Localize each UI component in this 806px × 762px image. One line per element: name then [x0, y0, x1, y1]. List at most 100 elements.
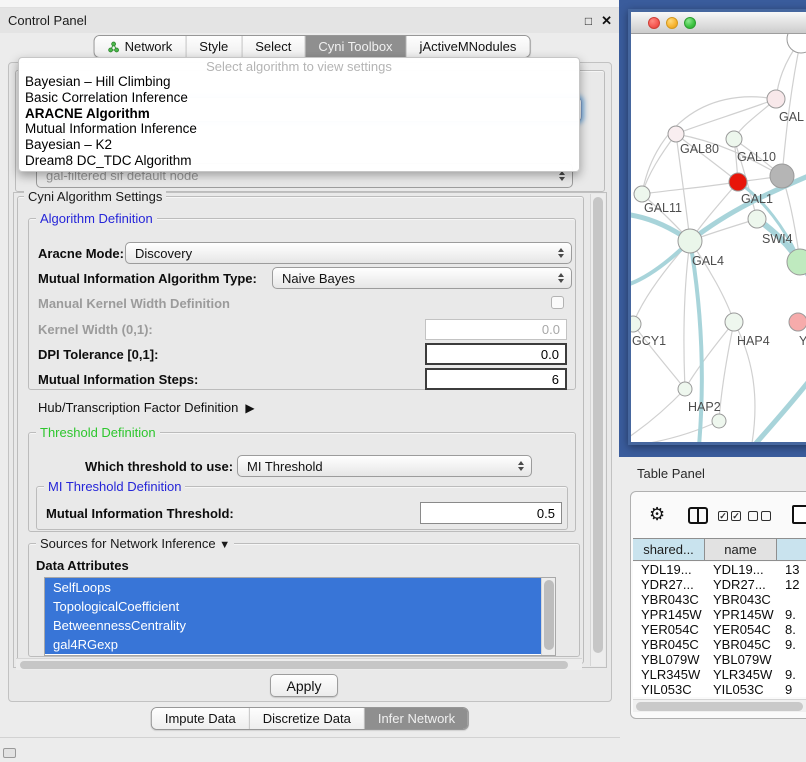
tab-network[interactable]: Network: [95, 36, 187, 57]
table-cell: YBL079W: [705, 652, 777, 667]
network-node-label: GAL1: [741, 192, 773, 206]
network-node-gal10[interactable]: [726, 131, 742, 147]
table-horizontal-scrollbar[interactable]: [633, 699, 806, 712]
network-node-gal80[interactable]: [668, 126, 684, 142]
table-cell: [777, 592, 806, 607]
network-node-hap4[interactable]: [725, 313, 743, 331]
mi-steps-label: Mutual Information Steps:: [38, 372, 198, 387]
network-edge[interactable]: [685, 322, 734, 389]
tab-style[interactable]: Style: [186, 36, 242, 57]
window-resize-grip[interactable]: [3, 748, 16, 758]
network-edge[interactable]: [642, 182, 738, 194]
mi-steps-field[interactable]: 6: [425, 368, 567, 390]
table-row[interactable]: YBR045CYBR045C9.: [633, 637, 806, 652]
network-node[interactable]: [770, 164, 794, 188]
table-row[interactable]: YIL053CYIL053C9: [633, 682, 806, 697]
table-row[interactable]: YPR145WYPR145W9.: [633, 607, 806, 622]
network-node[interactable]: [787, 34, 806, 53]
sources-title[interactable]: Sources for Network Inference ▼: [36, 536, 234, 551]
column-header-cut[interactable]: [777, 539, 806, 560]
minimize-traffic-light[interactable]: [666, 17, 678, 29]
popup-prompt: Select algorithm to view settings: [19, 59, 579, 74]
network-node-gal11[interactable]: [634, 186, 650, 202]
hub-definition-toggle[interactable]: Hub/Transcription Factor Definition ▶: [38, 400, 255, 415]
table-row[interactable]: YDL19...YDL19...13: [633, 562, 806, 577]
network-node-hap2[interactable]: [678, 382, 692, 396]
algorithm-option[interactable]: Bayesian – K2: [19, 137, 579, 153]
network-node-swi4[interactable]: [748, 210, 766, 228]
tab-cyni-toolbox[interactable]: Cyni Toolbox: [305, 36, 406, 57]
export-table-icon[interactable]: [792, 505, 806, 524]
data-attributes-list[interactable]: SelfLoopsTopologicalCoefficientBetweenne…: [44, 577, 556, 656]
settings-vertical-scrollbar[interactable]: [590, 194, 605, 666]
network-node-gal1[interactable]: [729, 173, 747, 191]
list-horizontal-scrollbar[interactable]: [16, 658, 582, 670]
control-panel-title: Control Panel: [8, 13, 87, 28]
network-window-titlebar[interactable]: [631, 12, 806, 34]
table-row[interactable]: YER054CYER054C8.: [633, 622, 806, 637]
tab-discretize-data[interactable]: Discretize Data: [250, 708, 365, 729]
table-row[interactable]: YBL079WYBL079W: [633, 652, 806, 667]
network-edge[interactable]: [631, 421, 719, 442]
data-attribute-item[interactable]: BetweennessCentrality: [45, 616, 542, 635]
network-edge[interactable]: [642, 134, 676, 194]
network-edge[interactable]: [751, 376, 806, 442]
data-attribute-item[interactable]: SelfLoops: [45, 578, 542, 597]
mi-type-combo[interactable]: Naive Bayes: [272, 267, 572, 289]
table-panel-title: Table Panel: [637, 466, 705, 481]
data-attribute-item[interactable]: TopologicalCoefficient: [45, 597, 542, 616]
algorithm-option[interactable]: Mutual Information Inference: [19, 121, 579, 137]
network-view-window[interactable]: GALGAL80GAL10GAL1GAL11SWI4GAL4GCY1HAP4YH…: [628, 9, 806, 445]
aracne-mode-combo[interactable]: Discovery: [125, 242, 572, 264]
network-node-gal[interactable]: [767, 90, 785, 108]
network-edge[interactable]: [631, 389, 685, 439]
network-edge[interactable]: [684, 241, 690, 389]
close-icon[interactable]: ✕: [601, 13, 612, 29]
dpi-tolerance-field[interactable]: 0.0: [425, 343, 567, 365]
network-edge[interactable]: [676, 99, 776, 134]
network-node-label: GAL: [779, 110, 804, 124]
manual-kernel-checkbox[interactable]: [551, 296, 564, 309]
bottom-tabs: Impute Data Discretize Data Infer Networ…: [151, 707, 469, 730]
which-threshold-combo[interactable]: MI Threshold: [237, 455, 532, 477]
table-cell: [777, 652, 806, 667]
table-cell: YPR145W: [705, 607, 777, 622]
zoom-traffic-light[interactable]: [684, 17, 696, 29]
table-row[interactable]: YBR043CYBR043C: [633, 592, 806, 607]
tab-infer-network[interactable]: Infer Network: [365, 708, 468, 729]
column-header-name[interactable]: name: [705, 539, 777, 560]
network-node[interactable]: [712, 414, 726, 428]
hide-columns-icon[interactable]: [748, 511, 771, 521]
list-vertical-scrollbar[interactable]: [541, 578, 555, 655]
network-edge[interactable]: [719, 322, 734, 421]
network-icon: [108, 41, 120, 53]
algorithm-option[interactable]: Dream8 DC_TDC Algorithm: [19, 153, 579, 169]
algorithm-option[interactable]: ARACNE Algorithm: [19, 106, 579, 122]
mi-threshold-title: MI Threshold Definition: [44, 479, 185, 494]
network-node-y[interactable]: [789, 313, 806, 331]
tab-impute-data[interactable]: Impute Data: [152, 708, 250, 729]
network-node-gal4[interactable]: [678, 229, 702, 253]
close-traffic-light[interactable]: [648, 17, 660, 29]
show-columns-icon[interactable]: ✓✓: [718, 511, 741, 521]
algorithm-option[interactable]: Basic Correlation Inference: [19, 90, 579, 106]
float-window-icon[interactable]: □: [585, 14, 592, 28]
split-table-icon[interactable]: [688, 507, 708, 524]
table-row[interactable]: YLR345WYLR345W9.: [633, 667, 806, 682]
gear-icon[interactable]: ⚙: [649, 505, 665, 523]
network-edge[interactable]: [633, 241, 690, 324]
combo-arrows-icon: [558, 248, 564, 258]
data-attribute-item[interactable]: gal4RGexp: [45, 635, 542, 654]
tab-jactivemnodules[interactable]: jActiveMNodules: [407, 36, 530, 57]
column-header-shared-name[interactable]: shared...: [633, 539, 705, 560]
network-node-gcy1[interactable]: [631, 316, 641, 332]
algorithm-option[interactable]: Bayesian – Hill Climbing: [19, 74, 579, 90]
mi-threshold-field[interactable]: 0.5: [420, 502, 562, 524]
apply-button[interactable]: Apply: [270, 674, 338, 697]
kernel-width-field[interactable]: 0.0: [425, 319, 567, 340]
table-cell: YDL19...: [633, 562, 705, 577]
table-row[interactable]: YDR27...YDR27...12: [633, 577, 806, 592]
tab-select[interactable]: Select: [242, 36, 305, 57]
network-edge[interactable]: [782, 39, 801, 176]
network-canvas[interactable]: GALGAL80GAL10GAL1GAL11SWI4GAL4GCY1HAP4YH…: [631, 34, 806, 442]
